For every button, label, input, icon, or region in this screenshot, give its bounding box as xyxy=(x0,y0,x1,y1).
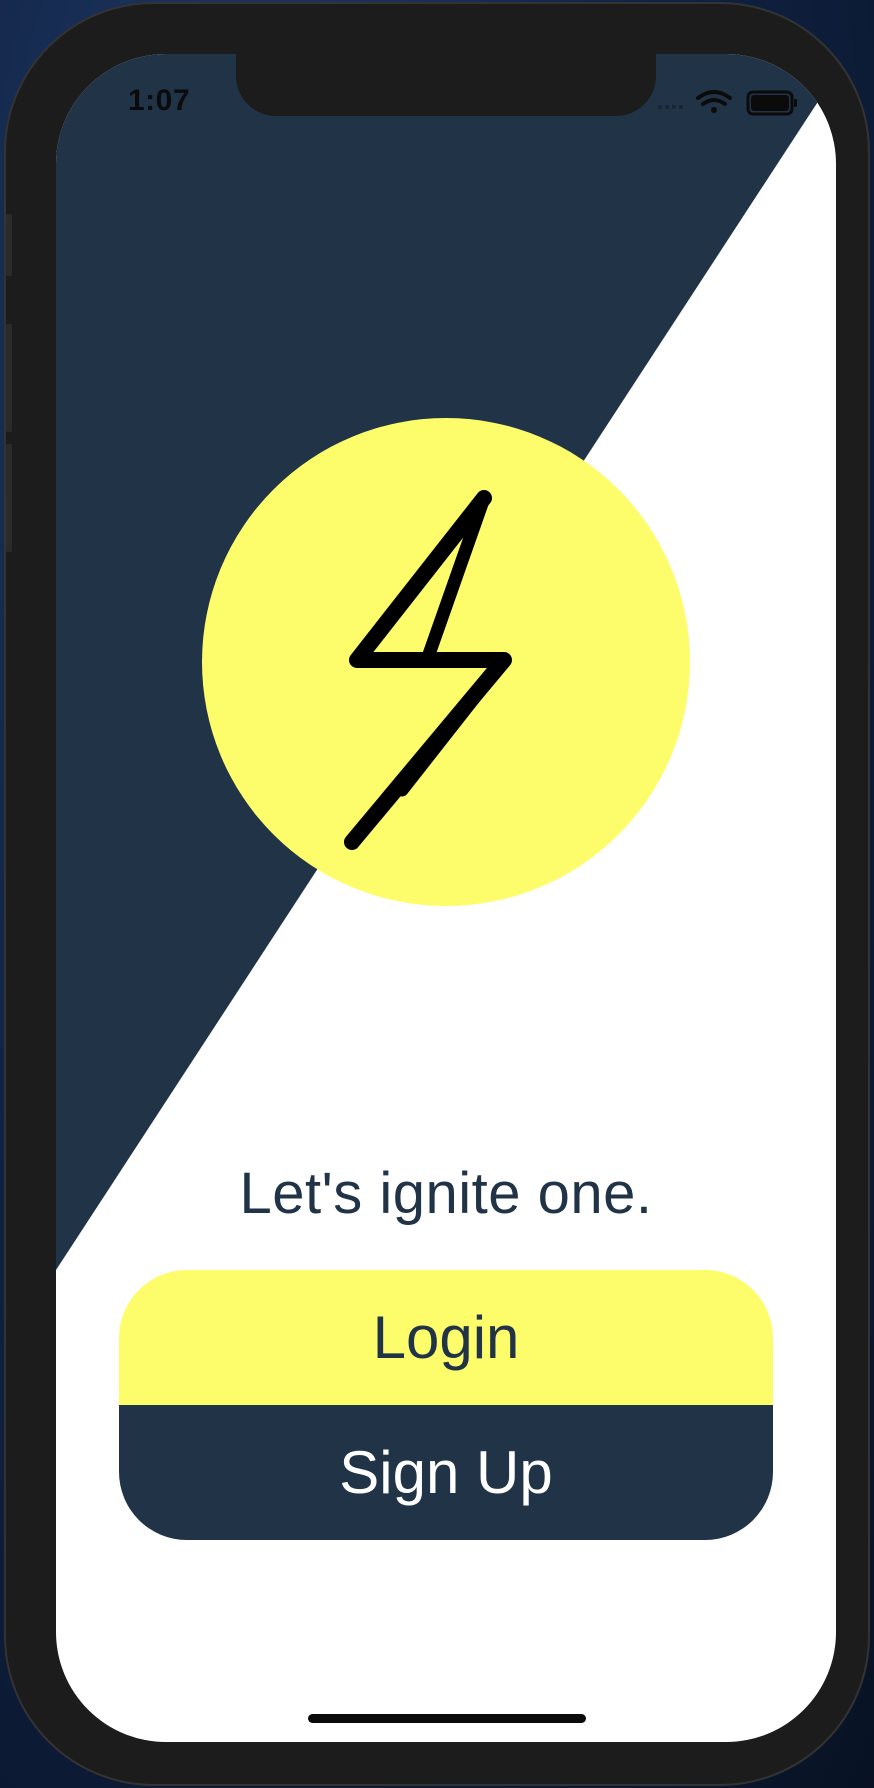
mute-switch xyxy=(6,214,12,276)
status-icons xyxy=(658,90,797,116)
home-indicator[interactable] xyxy=(308,1714,586,1723)
volume-down-button xyxy=(6,444,12,552)
auth-button-group: Login Sign Up xyxy=(119,1270,773,1540)
signal-icon xyxy=(658,105,683,109)
tagline: Let's ignite one. xyxy=(239,1161,653,1226)
wifi-icon xyxy=(696,90,732,113)
app-screen: 1:07 Let's ignite one. Login Sign Up xyxy=(56,54,836,1742)
status-time: 1:07 xyxy=(128,84,191,117)
phone-frame: 1:07 Let's ignite one. Login Sign Up xyxy=(4,2,870,1786)
lightning-bolt-icon xyxy=(344,490,512,850)
volume-up-button xyxy=(6,324,12,432)
logo-circle xyxy=(202,418,690,906)
device-notch xyxy=(236,54,656,116)
login-button[interactable]: Login xyxy=(119,1270,773,1405)
signup-button[interactable]: Sign Up xyxy=(119,1405,773,1540)
battery-icon xyxy=(746,90,797,116)
